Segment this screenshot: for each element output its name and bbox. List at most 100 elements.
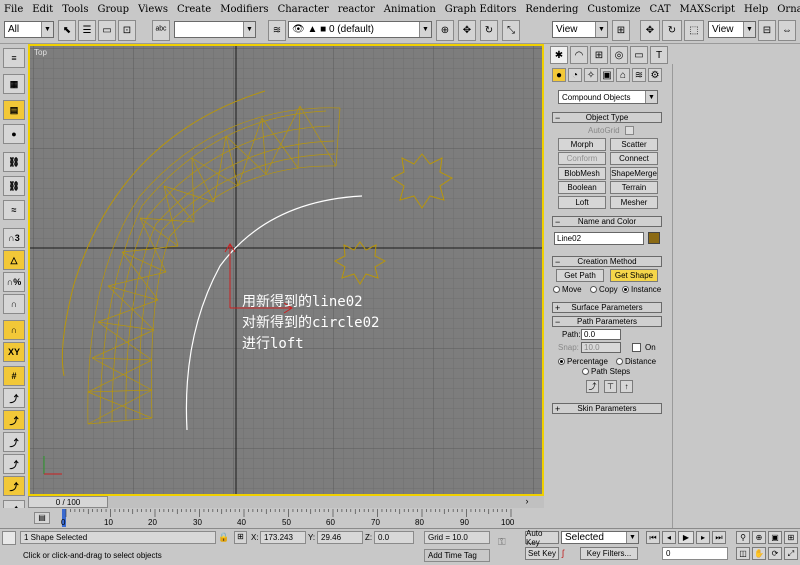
next-shape-icon[interactable]: ↑ xyxy=(620,380,633,393)
snap-edge-icon[interactable]: ⤴ xyxy=(3,476,25,496)
goto-start-icon[interactable]: ⏮ xyxy=(646,531,660,544)
copy-radio[interactable]: Copy xyxy=(590,285,618,294)
connect-button[interactable]: Connect xyxy=(610,152,658,165)
category-dropdown[interactable]: Compound Objects ▼ xyxy=(558,90,658,104)
utilities-tab-icon[interactable]: T xyxy=(650,46,668,64)
select-scale-icon[interactable]: ⤡ xyxy=(502,20,520,41)
current-frame-input[interactable]: 0 xyxy=(662,547,728,560)
bind-spacewarp-icon[interactable]: ≈ xyxy=(3,200,25,220)
viewport-label[interactable]: Top xyxy=(34,48,47,57)
zoom-extents-all-icon[interactable]: ⊞ xyxy=(784,531,798,544)
pick-shape-icon[interactable]: ⤴ xyxy=(586,380,599,393)
unlink-icon[interactable]: ⛓ xyxy=(3,176,25,196)
rotate-icon[interactable]: ↻ xyxy=(662,20,682,41)
select-rotate-icon[interactable]: ↻ xyxy=(480,20,498,41)
mirror-icon[interactable]: ⇔ xyxy=(778,20,796,41)
track-bar-menu-icon[interactable]: ▤ xyxy=(34,512,50,524)
prev-shape-icon[interactable]: ⊤ xyxy=(604,380,617,393)
goto-end-icon[interactable]: ⏭ xyxy=(712,531,726,544)
path-steps-radio[interactable]: Path Steps xyxy=(582,367,630,376)
get-shape-button[interactable]: Get Shape xyxy=(610,269,658,282)
axis-xy-icon[interactable]: XY xyxy=(3,342,25,362)
next-key-icon[interactable]: ▸ xyxy=(696,531,710,544)
prev-key-icon[interactable]: ◂ xyxy=(662,531,676,544)
layer-manager-icon[interactable]: ≋ xyxy=(268,20,286,41)
geometry-icon[interactable]: ● xyxy=(552,68,566,82)
time-slider[interactable]: 0 / 100 › xyxy=(28,496,544,508)
object-color-swatch[interactable] xyxy=(648,232,660,244)
select-by-name-icon[interactable]: ☰ xyxy=(78,20,96,41)
object-name-input[interactable]: Line02 xyxy=(554,232,644,245)
boolean-button[interactable]: Boolean xyxy=(558,181,606,194)
field-of-view-icon[interactable]: ◫ xyxy=(736,547,750,560)
snap-vertex-icon[interactable]: ⤴ xyxy=(3,454,25,474)
scale-icon[interactable]: ⬚ xyxy=(684,20,704,41)
snap-3d-icon[interactable]: ∩3 xyxy=(3,228,25,248)
menu-edit[interactable]: Edit xyxy=(32,4,53,15)
maximize-viewport-icon[interactable]: ⤢ xyxy=(784,547,798,560)
motion-tab-icon[interactable]: ◎ xyxy=(610,46,628,64)
path-parameters-rollout[interactable]: − Path Parameters xyxy=(552,316,662,327)
get-path-button[interactable]: Get Path xyxy=(556,269,604,282)
window-crossing-icon[interactable]: ⊡ xyxy=(118,20,136,41)
helpers-icon[interactable]: ⌂ xyxy=(616,68,630,82)
snap-on-checkbox[interactable] xyxy=(632,343,641,352)
zoom-extents-icon[interactable]: ▣ xyxy=(768,531,782,544)
layers-icon[interactable]: ≡ xyxy=(3,48,25,68)
y-coord-input[interactable]: 29.46 xyxy=(317,531,363,544)
loft-button[interactable]: Loft xyxy=(558,196,606,209)
scatter-button[interactable]: Scatter xyxy=(610,138,658,151)
menu-modifiers[interactable]: Modifiers xyxy=(220,4,268,15)
snap-value-input[interactable]: 10.0 xyxy=(581,342,621,353)
snap-midpoint-icon[interactable]: ⤴ xyxy=(3,432,25,452)
menu-cat[interactable]: CAT xyxy=(650,4,671,15)
grid-snap-icon[interactable]: # xyxy=(3,366,25,386)
menu-create[interactable]: Create xyxy=(177,4,211,15)
cameras-icon[interactable]: ▣ xyxy=(600,68,614,82)
spinner-snap-icon[interactable]: ∩ xyxy=(3,294,25,314)
skin-parameters-rollout[interactable]: + Skin Parameters xyxy=(552,403,662,414)
lock-icon[interactable]: 🔒 xyxy=(218,532,230,544)
set-key-button[interactable]: Set Key xyxy=(525,547,559,560)
named-selection-icon[interactable]: ᵃᵇᶜ xyxy=(152,20,170,41)
edit-curve-icon[interactable]: ⤴ xyxy=(3,388,25,408)
path-value-input[interactable]: 0.0 xyxy=(581,329,621,340)
ref-coord-dropdown[interactable]: View ▼ xyxy=(552,21,608,38)
select-object-icon[interactable]: ⬉ xyxy=(58,20,76,41)
menu-character[interactable]: Character xyxy=(278,4,329,15)
material-editor-icon[interactable]: ● xyxy=(3,124,25,144)
menu-file[interactable]: File xyxy=(4,4,23,15)
menu-rendering[interactable]: Rendering xyxy=(525,4,578,15)
zoom-icon[interactable]: ⚲ xyxy=(736,531,750,544)
x-coord-input[interactable]: 173.243 xyxy=(260,531,306,544)
schematic-icon[interactable]: ▦ xyxy=(3,74,25,94)
conform-button[interactable]: Conform xyxy=(558,152,606,165)
instance-radio[interactable]: Instance xyxy=(622,285,661,294)
modify-tab-icon[interactable]: ◠ xyxy=(570,46,588,64)
menu-maxscript[interactable]: MAXScript xyxy=(680,4,735,15)
layer-add-icon[interactable]: ⊕ xyxy=(436,20,454,41)
menu-help[interactable]: Help xyxy=(744,4,768,15)
percentage-radio[interactable]: Percentage xyxy=(558,357,608,366)
key-mode-dropdown[interactable]: Selected ▼ xyxy=(561,531,639,544)
maxscript-listener-icon[interactable] xyxy=(2,531,16,545)
morph-button[interactable]: Morph xyxy=(558,138,606,151)
shapemerge-button[interactable]: ShapeMerge xyxy=(610,167,658,180)
rect-selection-icon[interactable]: ▭ xyxy=(98,20,116,41)
curve-editor-icon[interactable]: ▤ xyxy=(3,100,25,120)
select-move-icon[interactable]: ✥ xyxy=(458,20,476,41)
menu-group[interactable]: Group xyxy=(97,4,129,15)
named-selection-dropdown[interactable]: ▼ xyxy=(174,21,256,38)
menu-graph-editors[interactable]: Graph Editors xyxy=(445,4,517,15)
pivot-center-icon[interactable]: ⊟ xyxy=(758,20,776,41)
key-filters-button[interactable]: Key Filters... xyxy=(580,547,638,560)
percent-snap-icon[interactable]: ∩% xyxy=(3,272,25,292)
top-viewport[interactable]: Top 用新得到的line02 对新得到的circle02 进行loft xyxy=(28,44,544,496)
object-type-rollout[interactable]: − Object Type xyxy=(552,112,662,123)
viewport-canvas[interactable] xyxy=(30,46,542,494)
blobmesh-button[interactable]: BlobMesh xyxy=(558,167,606,180)
orbit-icon[interactable]: ⟳ xyxy=(768,547,782,560)
display-tab-icon[interactable]: ▭ xyxy=(630,46,648,64)
track-bar[interactable]: ▤ 0 10 20 30 40 50 60 70 80 90 100 xyxy=(0,508,544,528)
z-coord-input[interactable]: 0.0 xyxy=(374,531,414,544)
